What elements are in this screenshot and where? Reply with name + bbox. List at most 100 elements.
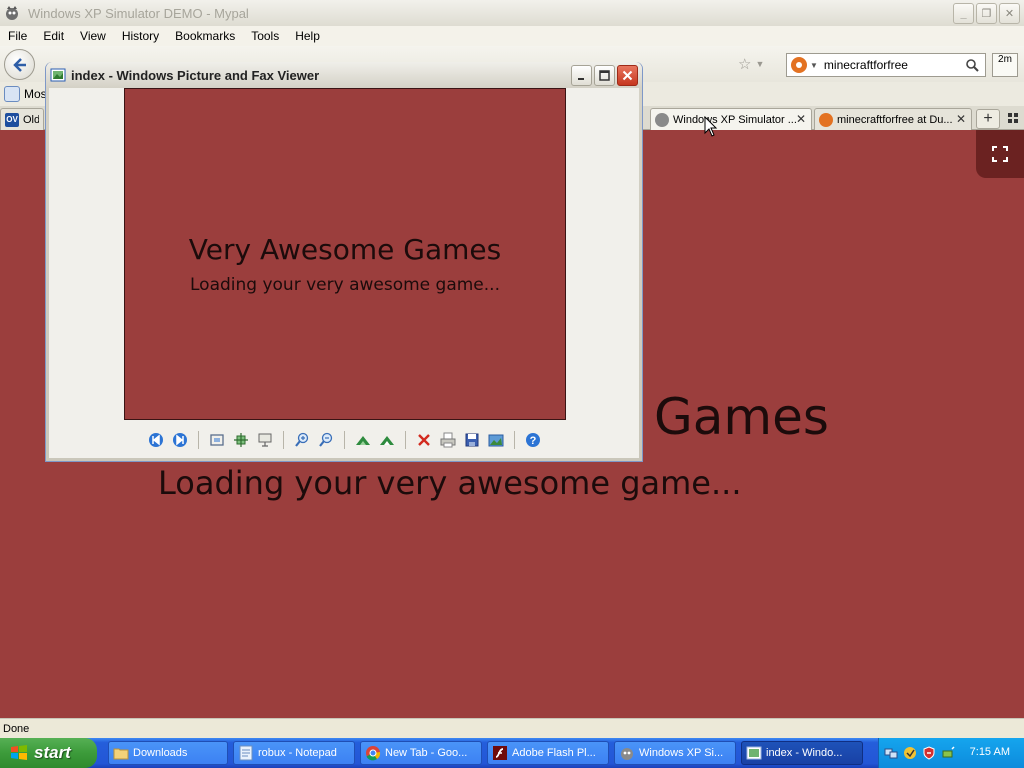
addon-button[interactable]: 2m <box>992 53 1018 77</box>
browser-minimize-button[interactable]: _ <box>953 3 974 24</box>
tray-app-icon[interactable] <box>903 746 917 760</box>
url-dropdown-icon[interactable]: ▼ <box>755 59 764 69</box>
rotate-counterclockwise-icon <box>379 436 394 445</box>
picture-viewer-window: index - Windows Picture and Fax Viewer V… <box>45 62 643 462</box>
tab-label: minecraftforfree at Du... <box>837 113 953 126</box>
mouse-cursor-icon <box>704 116 718 137</box>
save-button[interactable] <box>463 431 481 449</box>
viewer-title: index - Windows Picture and Fax Viewer <box>71 67 320 83</box>
slideshow-icon <box>258 433 271 447</box>
browser-close-button[interactable]: ✕ <box>999 3 1020 24</box>
windows-flag-icon <box>11 745 27 760</box>
start-button[interactable]: start <box>0 738 97 768</box>
fullscreen-icon <box>992 146 1008 162</box>
next-image-button[interactable] <box>171 431 189 449</box>
taskbar-item-flash-player[interactable]: Adobe Flash Pl... <box>487 741 609 765</box>
browser-restore-button[interactable]: ❐ <box>976 3 997 24</box>
duckduckgo-engine-icon[interactable] <box>791 57 807 73</box>
minimize-icon: _ <box>960 7 967 20</box>
menu-bar: File Edit View History Bookmarks Tools H… <box>0 26 1024 46</box>
print-icon <box>440 432 455 448</box>
url-bar-end: ☆ ▼ <box>738 54 778 74</box>
menu-history[interactable]: History <box>114 29 167 43</box>
security-shield-icon[interactable] <box>922 746 936 760</box>
tab-label: Windows XP Simulator ... <box>673 113 797 126</box>
viewer-close-button[interactable] <box>617 65 638 86</box>
search-input[interactable] <box>823 58 964 72</box>
engine-dropdown-icon[interactable]: ▼ <box>810 61 818 70</box>
network-icon[interactable] <box>884 746 898 760</box>
search-icon[interactable] <box>965 58 979 72</box>
taskbar-item-label: index - Windo... <box>766 747 843 759</box>
actual-size-button[interactable] <box>232 431 250 449</box>
taskbar-item-mypal[interactable]: Windows XP Si... <box>614 741 736 765</box>
browser-title-bar: Windows XP Simulator DEMO - Mypal _ ❐ ✕ <box>0 0 1024 26</box>
clock[interactable]: 7:15 AM <box>970 746 1010 758</box>
tab-minecraftforfree[interactable]: minecraftforfree at Du... ✕ <box>814 108 972 130</box>
rotate-clockwise-button[interactable] <box>354 431 372 449</box>
slideshow-button[interactable] <box>256 431 274 449</box>
menu-bookmarks[interactable]: Bookmarks <box>167 29 243 43</box>
svg-text:?: ? <box>529 435 536 447</box>
fullscreen-button[interactable] <box>976 130 1024 178</box>
previous-image-button[interactable] <box>147 431 165 449</box>
close-icon <box>622 70 633 81</box>
edit-button[interactable] <box>487 431 505 449</box>
toolbar-separator <box>343 431 345 449</box>
toolbar-separator <box>197 431 199 449</box>
taskbar-item-chrome[interactable]: New Tab - Goo... <box>360 741 482 765</box>
page-title: Games <box>654 388 829 446</box>
folder-icon <box>113 748 129 760</box>
bookmark-star-icon[interactable]: ☆ <box>738 55 751 73</box>
taskbar-item-label: Windows XP Si... <box>639 747 724 759</box>
browser-window-title: Windows XP Simulator DEMO - Mypal <box>28 5 249 21</box>
viewer-toolbar: ? <box>49 427 639 453</box>
menu-tools[interactable]: Tools <box>243 29 287 43</box>
new-tab-button[interactable]: + <box>976 109 1000 129</box>
zoom-out-button[interactable] <box>317 431 335 449</box>
print-button[interactable] <box>439 431 457 449</box>
start-label: start <box>34 743 71 762</box>
help-button[interactable]: ? <box>524 431 542 449</box>
back-button[interactable] <box>4 49 35 80</box>
taskbar-item-downloads[interactable]: Downloads <box>108 741 228 765</box>
menu-view[interactable]: View <box>72 29 114 43</box>
system-tray: 7:15 AM <box>878 738 1024 768</box>
tab-old-version[interactable]: OV Old v <box>0 108 44 130</box>
zoom-out-icon <box>318 432 332 447</box>
mypal-app-icon <box>6 6 18 20</box>
best-fit-button[interactable] <box>208 431 226 449</box>
best-fit-icon <box>209 434 224 446</box>
flash-icon <box>493 746 507 760</box>
search-box[interactable]: ▼ <box>786 53 986 77</box>
help-icon: ? <box>525 433 540 447</box>
delete-button[interactable] <box>415 431 433 449</box>
restore-icon: ❐ <box>981 8 992 20</box>
rotate-clockwise-icon <box>355 436 370 445</box>
minimize-icon <box>577 77 584 80</box>
taskbar-item-picture-viewer[interactable]: index - Windo... <box>741 741 863 765</box>
tab-windows-xp-simulator[interactable]: Windows XP Simulator ... ✕ <box>650 108 812 130</box>
chrome-icon <box>366 746 381 761</box>
menu-edit[interactable]: Edit <box>35 29 72 43</box>
tab-list-icon[interactable] <box>1006 111 1020 125</box>
image-title: Very Awesome Games <box>188 233 502 266</box>
taskbar-item-label: Adobe Flash Pl... <box>512 747 596 759</box>
taskbar-item-label: Downloads <box>133 747 188 759</box>
viewer-title-bar[interactable]: index - Windows Picture and Fax Viewer <box>46 62 642 88</box>
tab-close-icon[interactable]: ✕ <box>956 112 966 126</box>
rotate-counterclockwise-button[interactable] <box>378 431 396 449</box>
globe-favicon-icon <box>655 112 669 127</box>
viewer-maximize-button[interactable] <box>594 65 615 86</box>
back-arrow-icon <box>12 57 26 72</box>
close-icon: ✕ <box>1004 8 1015 20</box>
menu-file[interactable]: File <box>0 29 35 43</box>
most-visited-icon[interactable] <box>4 86 20 102</box>
ov-favicon-icon: OV <box>5 112 19 127</box>
zoom-in-button[interactable] <box>293 431 311 449</box>
viewer-minimize-button[interactable] <box>571 65 592 86</box>
safely-remove-icon[interactable] <box>941 746 955 760</box>
taskbar-item-notepad[interactable]: robux - Notepad <box>233 741 355 765</box>
tab-close-icon[interactable]: ✕ <box>796 112 806 126</box>
menu-help[interactable]: Help <box>287 29 328 43</box>
